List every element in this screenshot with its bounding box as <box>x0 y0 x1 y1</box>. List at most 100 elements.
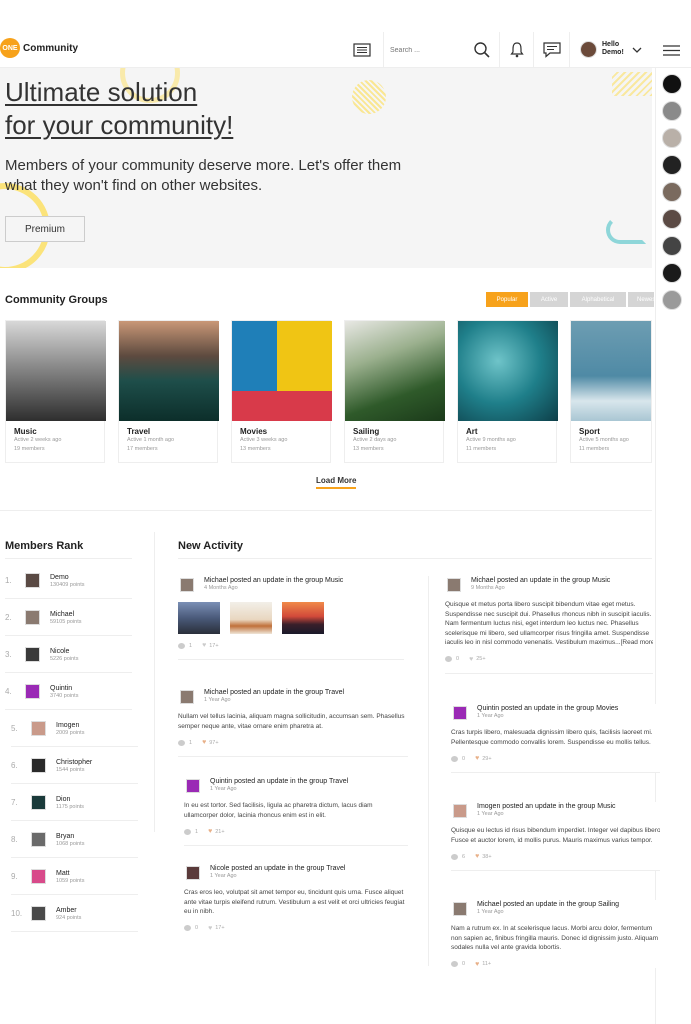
comments-count[interactable]: 6 <box>451 853 465 860</box>
premium-button[interactable]: Premium <box>5 216 85 242</box>
group-members: 13 members <box>240 446 271 452</box>
avatar[interactable] <box>25 683 40 699</box>
member-name[interactable]: Demo <box>50 573 85 582</box>
activity-title-text[interactable]: Quintin posted an update in the group Mo… <box>477 704 618 713</box>
member-name[interactable]: Quintin <box>50 684 78 693</box>
avatar[interactable] <box>662 101 682 121</box>
member-name[interactable]: Michael <box>50 610 82 619</box>
avatar[interactable] <box>447 578 461 592</box>
avatar[interactable] <box>186 866 200 880</box>
group-card-sport[interactable]: Sport Active 5 months ago 11 members <box>570 320 652 463</box>
rank-row[interactable]: 4. Quintin 3740 points <box>5 673 132 710</box>
avatar[interactable] <box>31 794 46 810</box>
chat-icon[interactable] <box>542 40 562 60</box>
activity-title-text[interactable]: Michael posted an update in the group Mu… <box>471 576 610 585</box>
group-card-sailing[interactable]: Sailing Active 2 days ago 13 members <box>344 320 445 463</box>
rank-row[interactable]: 3. Nicole 5226 points <box>5 636 132 673</box>
comments-count[interactable]: 1 <box>178 642 192 649</box>
member-points: 59105 points <box>50 618 82 625</box>
activity-title-text[interactable]: Quintin posted an update in the group Tr… <box>210 777 348 786</box>
group-card-movies[interactable]: Movies Active 3 weeks ago 13 members <box>231 320 332 463</box>
rank-row[interactable]: 8. Bryan 1068 points <box>11 821 138 858</box>
avatar[interactable] <box>662 263 682 283</box>
likes-count[interactable]: ♥ 11+ <box>475 961 491 968</box>
rank-row[interactable]: 10. Amber 924 points <box>11 895 138 932</box>
rank-row[interactable]: 6. Christopher 1544 points <box>11 747 138 784</box>
member-name[interactable]: Bryan <box>56 832 84 841</box>
likes-count[interactable]: ♥ 17+ <box>202 642 219 649</box>
comments-count[interactable]: 1 <box>178 739 192 746</box>
avatar[interactable] <box>180 690 194 704</box>
group-card-music[interactable]: Music Active 2 weeks ago 19 members <box>5 320 106 463</box>
load-more-button[interactable]: Load More <box>316 476 357 489</box>
activity-title-text[interactable]: Michael posted an update in the group Tr… <box>204 688 344 697</box>
avatar[interactable] <box>662 155 682 175</box>
avatar[interactable] <box>662 290 682 310</box>
avatar[interactable] <box>662 182 682 202</box>
avatar[interactable] <box>662 209 682 229</box>
rank-row[interactable]: 5. Imogen 2009 points <box>11 710 138 747</box>
comments-value: 0 <box>195 925 199 932</box>
photo-thumbnail[interactable] <box>230 602 272 634</box>
hero-banner: Ultimate solution for your community! Me… <box>0 68 652 268</box>
activity-title-text[interactable]: Michael posted an update in the group Mu… <box>204 576 343 585</box>
avatar[interactable] <box>31 905 46 921</box>
comments-count[interactable]: 0 <box>184 925 199 932</box>
member-name[interactable]: Amber <box>56 906 81 915</box>
likes-count[interactable]: ♥ 25+ <box>469 656 486 663</box>
search-icon[interactable] <box>472 40 492 60</box>
likes-count[interactable]: ♥ 38+ <box>475 853 492 860</box>
avatar[interactable] <box>186 779 200 793</box>
user-menu[interactable]: Hello Demo! <box>580 40 642 58</box>
avatar[interactable] <box>25 609 40 625</box>
rank-row[interactable]: 7. Dion 1175 points <box>11 784 138 821</box>
avatar[interactable] <box>662 74 682 94</box>
avatar[interactable] <box>31 831 46 847</box>
activity-item: Nicole posted an update in the group Tra… <box>184 864 408 932</box>
group-card-travel[interactable]: Travel Active 1 month ago 17 members <box>118 320 219 463</box>
comments-count[interactable]: 0 <box>451 755 465 762</box>
rank-row[interactable]: 9. Matt 1059 points <box>11 858 138 895</box>
avatar[interactable] <box>31 720 46 736</box>
avatar[interactable] <box>453 902 467 916</box>
photo-thumbnail[interactable] <box>282 602 324 634</box>
member-name[interactable]: Nicole <box>50 647 78 656</box>
newspaper-icon[interactable] <box>352 40 372 60</box>
avatar[interactable] <box>25 572 40 588</box>
menu-icon[interactable] <box>652 32 691 68</box>
comments-count[interactable]: 0 <box>451 961 465 968</box>
bell-icon[interactable] <box>507 40 527 60</box>
likes-count[interactable]: ♥ 29+ <box>475 755 492 762</box>
logo[interactable]: ONE Community <box>0 38 78 58</box>
avatar[interactable] <box>662 128 682 148</box>
avatar[interactable] <box>31 868 46 884</box>
photo-thumbnail[interactable] <box>178 602 220 634</box>
comments-count[interactable]: 0 <box>445 656 459 663</box>
avatar[interactable] <box>180 578 194 592</box>
avatar[interactable] <box>31 757 46 773</box>
avatar[interactable] <box>453 804 467 818</box>
comments-count[interactable]: 1 <box>184 828 198 835</box>
likes-count[interactable]: ♥ 17+ <box>208 925 225 932</box>
tab-active[interactable]: Active <box>530 292 568 307</box>
rank-row[interactable]: 1. Demo 130409 points <box>5 562 132 599</box>
tab-newest[interactable]: Newest <box>628 292 654 307</box>
tab-alphabetical[interactable]: Alphabetical <box>570 292 626 307</box>
avatar[interactable] <box>662 236 682 256</box>
avatar[interactable] <box>453 706 467 720</box>
tab-popular[interactable]: Popular <box>486 292 528 307</box>
activity-title-text[interactable]: Nicole posted an update in the group Tra… <box>210 864 345 873</box>
member-name[interactable]: Matt <box>56 869 84 878</box>
activity-title-text[interactable]: Michael posted an update in the group Sa… <box>477 900 619 909</box>
member-name[interactable]: Christopher <box>56 758 92 767</box>
likes-count[interactable]: ♥ 21+ <box>208 828 225 835</box>
chevron-down-icon[interactable] <box>632 40 642 58</box>
group-card-art[interactable]: Art Active 9 months ago 11 members <box>457 320 558 463</box>
rank-row[interactable]: 2. Michael 59105 points <box>5 599 132 636</box>
member-name[interactable]: Dion <box>56 795 84 804</box>
avatar[interactable] <box>25 646 40 662</box>
activity-title-text[interactable]: Imogen posted an update in the group Mus… <box>477 802 616 811</box>
member-name[interactable]: Imogen <box>56 721 84 730</box>
search-input[interactable] <box>390 42 460 58</box>
likes-count[interactable]: ♥ 97+ <box>202 739 219 746</box>
